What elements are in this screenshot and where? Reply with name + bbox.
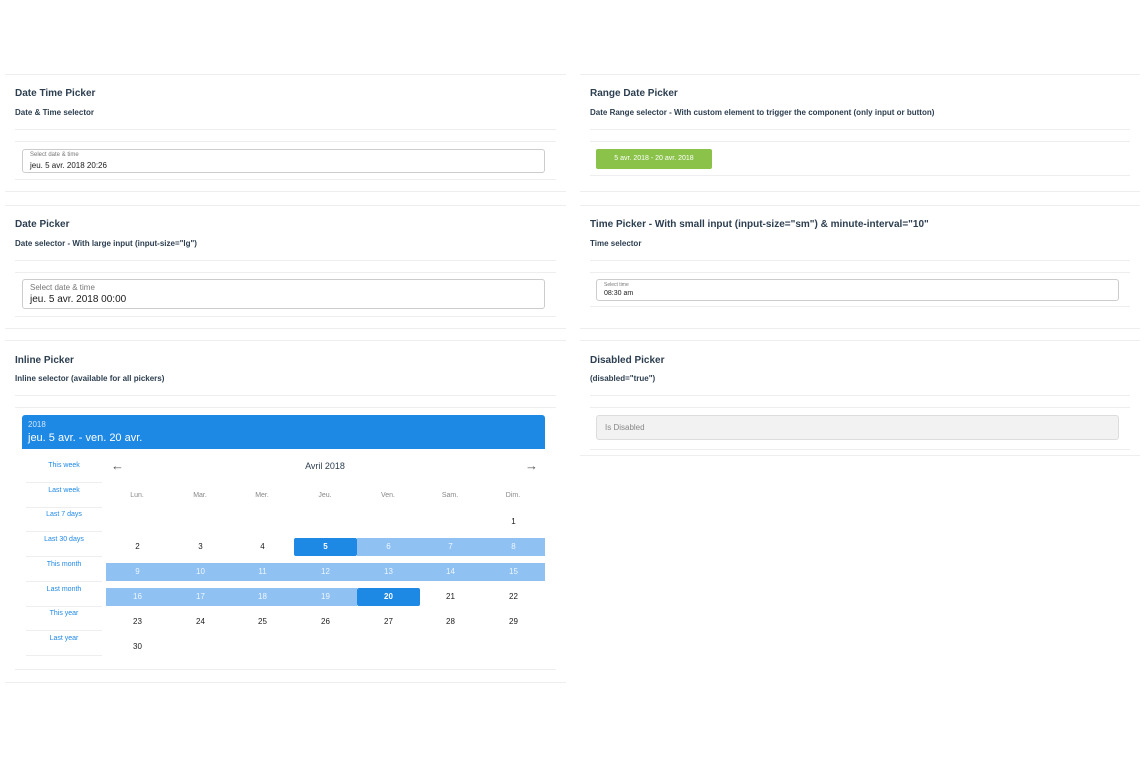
divider [590, 260, 1130, 261]
card-title: Time Picker - With small input (input-si… [590, 219, 929, 230]
divider [590, 272, 1130, 273]
shortcut-item[interactable]: Last week [26, 484, 102, 508]
card-subtitle: (disabled="true") [590, 374, 656, 383]
calendar-day[interactable]: 3 [169, 538, 232, 556]
time-picker-card: Time Picker - With small input (input-si… [580, 205, 1140, 329]
calendar-day[interactable]: 25 [231, 613, 294, 631]
weekday-label: Lun. [130, 492, 144, 499]
calendar-day[interactable]: 15 [482, 563, 545, 581]
shortcut-item[interactable]: This year [26, 607, 102, 632]
weekday-label: Ven. [380, 492, 395, 499]
next-month-arrow-icon[interactable]: → [525, 458, 538, 473]
calendar-day[interactable]: 18 [231, 588, 294, 606]
calendar-day[interactable]: 8 [482, 538, 545, 556]
field-label: Select date & time [30, 152, 79, 158]
card-title: Disabled Picker [590, 355, 665, 366]
calendar-day[interactable]: 13 [357, 563, 420, 581]
weekday-label: Jeu. [318, 492, 332, 499]
field-value: jeu. 5 avr. 2018 20:26 [30, 161, 107, 170]
calendar-day[interactable]: 7 [419, 538, 482, 556]
calendar-day[interactable]: 27 [357, 613, 420, 631]
month-title: Avril 2018 [305, 461, 345, 471]
divider [15, 260, 556, 261]
calendar-day[interactable]: 23 [106, 613, 169, 631]
calendar-day[interactable]: 28 [419, 613, 482, 631]
card-subtitle: Date selector - With large input (input-… [15, 239, 197, 248]
calendar-day[interactable]: 16 [106, 588, 169, 606]
card-subtitle: Time selector [590, 239, 642, 248]
card-title: Date Time Picker [15, 88, 96, 99]
range-trigger-button[interactable]: 5 avr. 2018 - 20 avr. 2018 [596, 149, 712, 169]
divider [15, 407, 556, 408]
divider [590, 449, 1130, 450]
card-subtitle: Date Range selector - With custom elemen… [590, 108, 935, 117]
shortcut-item[interactable]: Last 7 days [26, 508, 102, 533]
calendar-day[interactable]: 2 [106, 538, 169, 556]
calendar-day[interactable]: 4 [231, 538, 294, 556]
calendar-day[interactable]: 5 [294, 538, 357, 556]
calendar-day[interactable]: 1 [482, 513, 545, 531]
disabled-input: Is Disabled [596, 415, 1119, 440]
shortcut-item[interactable]: Last year [26, 632, 102, 656]
shortcut-item[interactable]: This month [26, 558, 102, 582]
field-value: jeu. 5 avr. 2018 00:00 [30, 294, 127, 305]
calendar-day[interactable]: 17 [169, 588, 232, 606]
card-title: Date Picker [15, 219, 70, 230]
field-label: Select time [604, 282, 629, 288]
divider [15, 395, 556, 396]
divider [590, 407, 1130, 408]
divider [15, 129, 556, 130]
time-input[interactable]: Select time 08:30 am [596, 279, 1119, 301]
divider [15, 141, 556, 142]
divider [590, 306, 1130, 307]
selected-range-text: jeu. 5 avr. - ven. 20 avr. [28, 432, 143, 444]
calendar-day[interactable]: 20 [357, 588, 420, 606]
calendar-day[interactable]: 6 [357, 538, 420, 556]
calendar-day[interactable]: 14 [419, 563, 482, 581]
calendar-day[interactable]: 19 [294, 588, 357, 606]
datetime-picker-card: Date Time Picker Date & Time selector Se… [5, 74, 566, 192]
weekday-label: Sam. [441, 492, 459, 499]
calendar-day[interactable]: 21 [419, 588, 482, 606]
datetime-input[interactable]: Select date & time jeu. 5 avr. 2018 20:2… [22, 149, 545, 173]
card-title: Range Date Picker [590, 88, 678, 99]
card-title: Inline Picker [15, 355, 74, 366]
weekday-label: Mar. [193, 492, 207, 499]
prev-month-arrow-icon[interactable]: ← [111, 458, 124, 473]
divider [15, 669, 556, 670]
calendar-day[interactable]: 11 [231, 563, 294, 581]
calendar-day[interactable]: 22 [482, 588, 545, 606]
field-value: 08:30 am [604, 290, 634, 297]
divider [590, 175, 1130, 176]
calendar-day[interactable]: 9 [106, 563, 169, 581]
calendar-day[interactable]: 24 [169, 613, 232, 631]
shortcut-item[interactable]: Last 30 days [26, 533, 102, 558]
calendar-day[interactable]: 12 [294, 563, 357, 581]
calendar-year[interactable]: 2018 [28, 420, 46, 429]
divider [15, 179, 556, 180]
disabled-picker-card: Disabled Picker (disabled="true") Is Dis… [580, 340, 1140, 456]
date-picker-card: Date Picker Date selector - With large i… [5, 205, 566, 329]
calendar-day[interactable]: 10 [169, 563, 232, 581]
calendar-day[interactable]: 29 [482, 613, 545, 631]
shortcut-item[interactable]: This week [26, 459, 102, 483]
field-label: Select date & time [30, 283, 95, 292]
card-subtitle: Inline selector (available for all picke… [15, 374, 165, 383]
divider [590, 395, 1130, 396]
weekday-label: Dim. [505, 492, 521, 499]
weekday-label: Mer. [255, 492, 269, 499]
divider [590, 129, 1130, 130]
range-picker-card: Range Date Picker Date Range selector - … [580, 74, 1140, 192]
calendar-day[interactable]: 26 [294, 613, 357, 631]
divider [15, 316, 556, 317]
shortcut-item[interactable]: Last month [26, 583, 102, 607]
date-input[interactable]: Select date & time jeu. 5 avr. 2018 00:0… [22, 279, 545, 309]
divider [590, 141, 1130, 142]
divider [15, 272, 556, 273]
card-subtitle: Date & Time selector [15, 108, 94, 117]
inline-calendar-header: 2018 jeu. 5 avr. - ven. 20 avr. [22, 415, 545, 449]
calendar-day[interactable]: 30 [106, 638, 169, 656]
